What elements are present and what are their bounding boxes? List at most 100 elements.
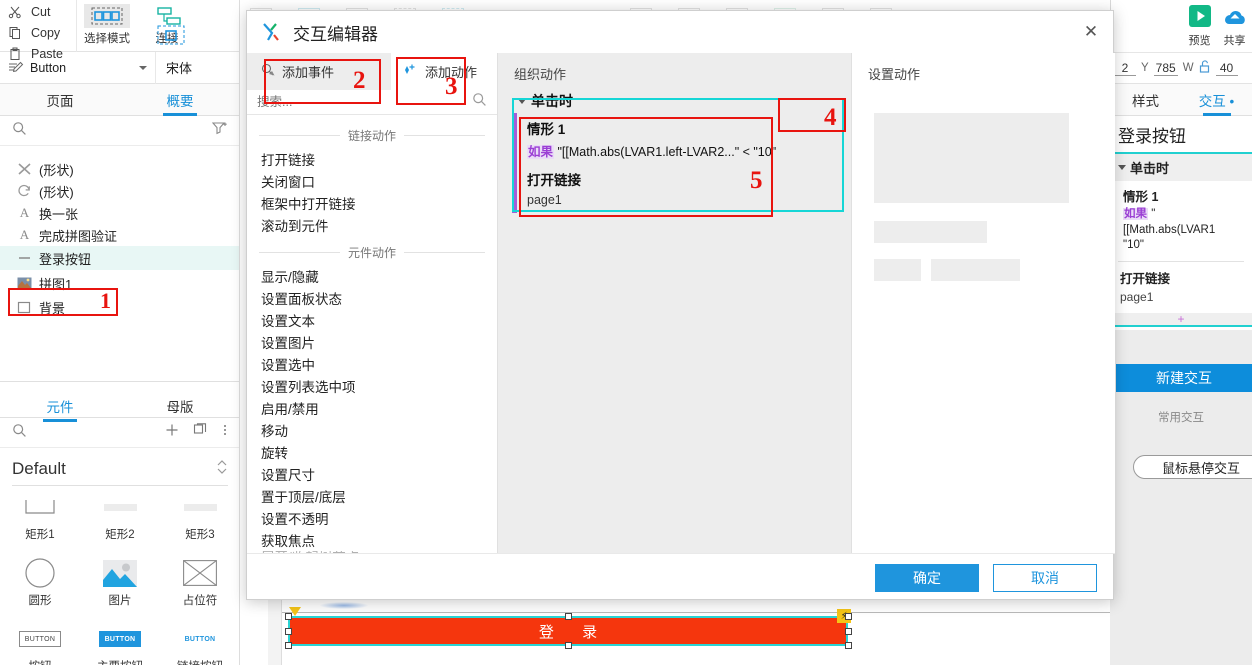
library-item-rect2[interactable]: 矩形2 bbox=[80, 484, 160, 550]
action-item-set-selected[interactable]: 设置选中 bbox=[247, 353, 497, 375]
library-item-rect1[interactable]: 矩形1 bbox=[0, 484, 80, 550]
tree-item-shape-refresh[interactable]: (形状) bbox=[0, 180, 240, 202]
tab-pages[interactable]: 页面 bbox=[0, 84, 120, 116]
tab-interactions-label: 交互 • bbox=[1198, 94, 1235, 109]
tree-item-huanyizhang[interactable]: A 换一张 bbox=[0, 202, 240, 224]
copy-stack-icon[interactable] bbox=[193, 423, 208, 442]
sort-updown-icon[interactable] bbox=[216, 459, 228, 480]
right-event-row[interactable]: 单击时 bbox=[1110, 152, 1252, 181]
dialog-case-condition: 如果 "[[Math.abs(LVAR1.left-LVAR2..." < "1… bbox=[527, 141, 834, 160]
dialog-search-row bbox=[247, 90, 497, 115]
button-chip-label: BUTTON bbox=[19, 631, 61, 647]
library-section-header: Default bbox=[0, 452, 240, 486]
dialog-search-input[interactable] bbox=[257, 95, 437, 109]
filter-icon[interactable] bbox=[211, 121, 228, 140]
action-item-open-link[interactable]: 打开链接 bbox=[247, 148, 497, 170]
tree-item-label: (形状) bbox=[39, 184, 74, 200]
selection-mode-button[interactable]: 选择模式 bbox=[77, 0, 137, 52]
font-name-value[interactable]: 宋体 bbox=[156, 58, 240, 77]
library-item-primary-button[interactable]: BUTTON 主要按钮 bbox=[80, 616, 160, 665]
rect-icon bbox=[16, 300, 33, 315]
action-item-set-size[interactable]: 设置尺寸 bbox=[247, 463, 497, 485]
action-item-set-image[interactable]: 设置图片 bbox=[247, 331, 497, 353]
action-item-rotate[interactable]: 旋转 bbox=[247, 441, 497, 463]
action-item-scroll-to-widget[interactable]: 滚动到元件 bbox=[247, 214, 497, 236]
library-item-button[interactable]: BUTTON 按钮 bbox=[0, 616, 80, 665]
resize-handle[interactable] bbox=[845, 628, 852, 635]
action-item-set-list-selection[interactable]: 设置列表选中项 bbox=[247, 375, 497, 397]
tree-item-wanchengpintu[interactable]: A 完成拼图验证 bbox=[0, 224, 240, 246]
dialog-title: 交互编辑器 bbox=[293, 24, 378, 44]
preview-button[interactable]: 预览 bbox=[1182, 0, 1217, 52]
action-item-set-opacity[interactable]: 设置不透明 bbox=[247, 507, 497, 529]
resize-handle[interactable] bbox=[285, 613, 292, 620]
action-item-set-panel-state[interactable]: 设置面板状态 bbox=[247, 287, 497, 309]
y-value[interactable]: 785 bbox=[1153, 61, 1178, 76]
rect-outline-thumb bbox=[22, 490, 58, 524]
resize-handle[interactable] bbox=[845, 642, 852, 649]
action-item-show-hide[interactable]: 显示/隐藏 bbox=[247, 265, 497, 287]
close-icon[interactable]: ✕ bbox=[1081, 22, 1101, 42]
resize-handle[interactable] bbox=[845, 613, 852, 620]
dialog-event-row[interactable]: 单击时 bbox=[512, 89, 842, 113]
share-button[interactable]: 共享 bbox=[1217, 0, 1252, 52]
resize-handle[interactable] bbox=[285, 628, 292, 635]
tree-item-pintu1[interactable]: 拼图1 bbox=[0, 272, 240, 294]
hover-interaction-button[interactable]: 鼠标悬停交互 bbox=[1133, 455, 1252, 479]
ok-button[interactable]: 确定 bbox=[875, 563, 979, 592]
canvas-login-button-label: 登 录 bbox=[538, 623, 610, 641]
dialog-action-list[interactable]: 链接动作 打开链接 关闭窗口 框架中打开链接 滚动到元件 元件动作 显示/隐藏 … bbox=[247, 119, 497, 553]
tab-style[interactable]: 样式 bbox=[1110, 84, 1181, 116]
tab-outline[interactable]: 概要 bbox=[120, 84, 240, 116]
search-icon[interactable] bbox=[472, 92, 487, 112]
chevron-down-icon[interactable] bbox=[1118, 165, 1126, 170]
right-action-block[interactable]: 打开链接 page1 bbox=[1110, 262, 1252, 306]
tree-item-login-button[interactable]: 登录按钮 bbox=[0, 246, 240, 270]
action-item-move[interactable]: 移动 bbox=[247, 419, 497, 441]
action-item-label: 置于顶层/底层 bbox=[261, 490, 346, 505]
plus-icon[interactable] bbox=[165, 423, 179, 442]
tree-item-background[interactable]: 背景 bbox=[0, 296, 240, 318]
scissors-icon bbox=[8, 5, 22, 19]
chevron-down-icon[interactable] bbox=[139, 65, 147, 70]
action-item-bring-front-back[interactable]: 置于顶层/底层 bbox=[247, 485, 497, 507]
right-add-interaction-row[interactable]: + bbox=[1110, 312, 1252, 327]
more-vertical-icon[interactable] bbox=[222, 423, 228, 442]
search-icon[interactable] bbox=[12, 121, 27, 141]
w-value[interactable]: 40 bbox=[1215, 61, 1238, 76]
action-item-get-focus[interactable]: 获取焦点 bbox=[247, 529, 497, 551]
outline-search-row bbox=[0, 116, 240, 146]
library-item-circle[interactable]: 圆形 bbox=[0, 550, 80, 616]
add-action-button[interactable]: 添加动作 bbox=[391, 53, 497, 90]
dialog-case-row[interactable]: 情形 1 如果 "[[Math.abs(LVAR1.left-LVAR2..."… bbox=[512, 113, 842, 213]
action-item-set-text[interactable]: 设置文本 bbox=[247, 309, 497, 331]
action-item-open-link-in-frame[interactable]: 框架中打开链接 bbox=[247, 192, 497, 214]
chevron-down-icon[interactable] bbox=[518, 98, 526, 104]
text-a-icon: A bbox=[19, 227, 30, 242]
search-icon[interactable] bbox=[12, 423, 27, 443]
action-item-enable-disable[interactable]: 启用/禁用 bbox=[247, 397, 497, 419]
library-item-image[interactable]: 图片 bbox=[80, 550, 160, 616]
x-value[interactable]: 2 bbox=[1114, 61, 1136, 76]
resize-handle[interactable] bbox=[565, 613, 572, 620]
resize-handle[interactable] bbox=[565, 642, 572, 649]
action-item-label: 设置列表选中项 bbox=[261, 380, 356, 395]
plus-icon[interactable]: + bbox=[1177, 312, 1184, 326]
interaction-editor-dialog: 交互编辑器 ✕ 添加事件 添加动作 搜索... 链接动作 打开链接 关闭窗口 框… bbox=[246, 10, 1115, 600]
tree-item-shape-x[interactable]: (形状) bbox=[0, 158, 240, 180]
add-event-button[interactable]: 添加事件 bbox=[247, 53, 391, 90]
new-interaction-button[interactable]: 新建交互 bbox=[1116, 364, 1252, 392]
cancel-button[interactable]: 取消 bbox=[993, 563, 1097, 592]
right-top-tools: 预览 共享 bbox=[1182, 0, 1252, 52]
resize-handle[interactable] bbox=[285, 642, 292, 649]
action-item-close-window[interactable]: 关闭窗口 bbox=[247, 170, 497, 192]
dialog-action-name: 打开链接 bbox=[527, 173, 581, 188]
tab-interactions[interactable]: 交互 • bbox=[1181, 84, 1252, 116]
library-item-placeholder[interactable]: 占位符 bbox=[160, 550, 240, 616]
widget-type-select[interactable]: Button bbox=[0, 51, 156, 84]
right-case-block[interactable]: 情形 1 如果 "[[Math.abs(LVAR1 "10" bbox=[1110, 181, 1252, 259]
right-action-name: 打开链接 bbox=[1120, 271, 1171, 286]
unlock-icon[interactable] bbox=[1199, 60, 1211, 76]
library-item-rect3[interactable]: 矩形3 bbox=[160, 484, 240, 550]
library-item-link-button[interactable]: BUTTON 链接按钮 bbox=[160, 616, 240, 665]
